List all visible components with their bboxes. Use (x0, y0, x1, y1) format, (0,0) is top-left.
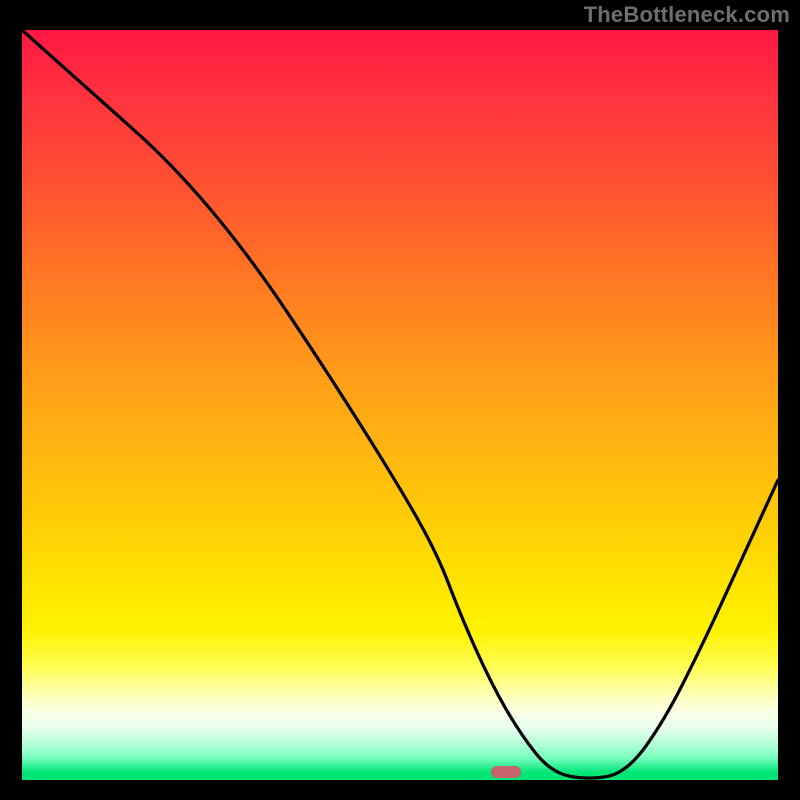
gradient-plot-area (22, 30, 778, 780)
watermark-text: TheBottleneck.com (584, 2, 790, 28)
bottleneck-curve (22, 30, 778, 780)
chart-frame: TheBottleneck.com (0, 0, 800, 800)
optimal-marker (491, 766, 521, 778)
